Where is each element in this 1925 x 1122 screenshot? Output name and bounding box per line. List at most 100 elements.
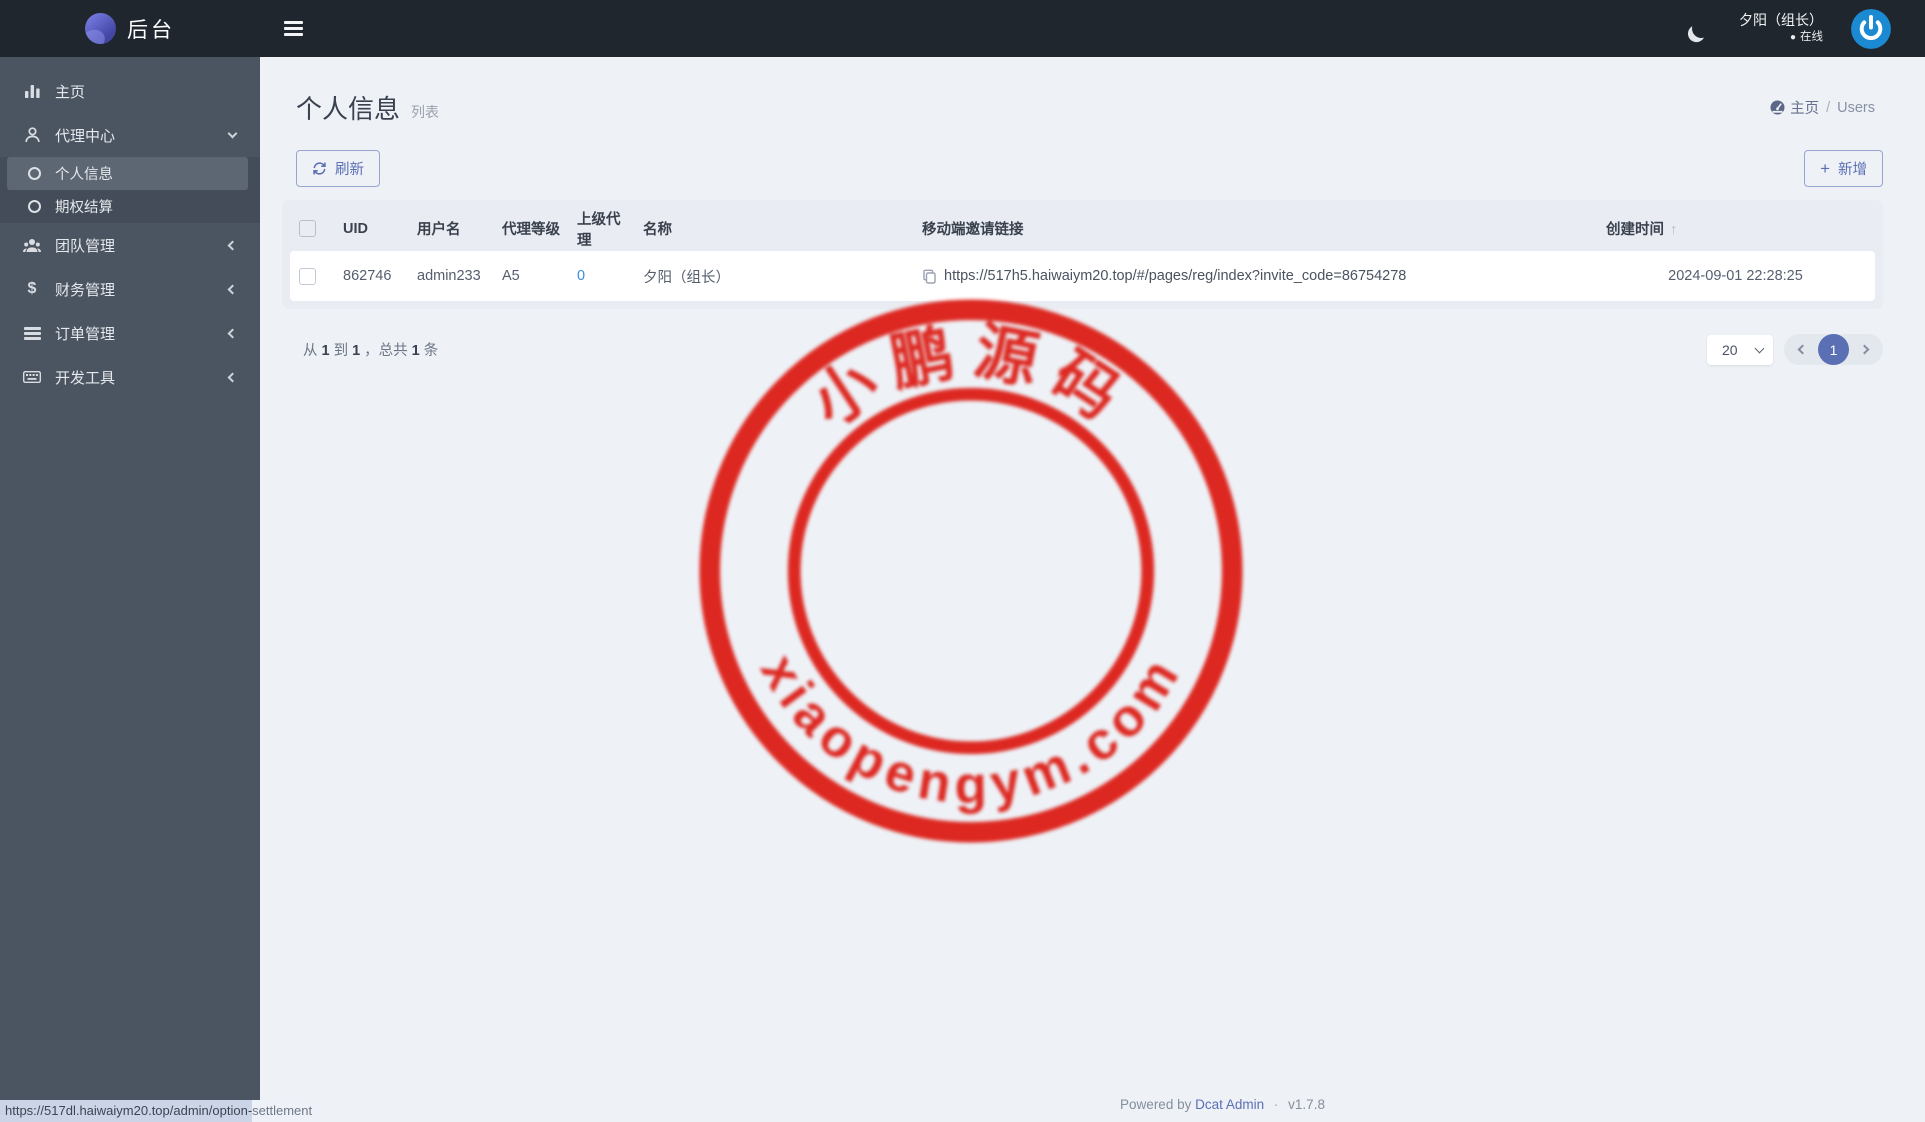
chevron-left-icon bbox=[227, 240, 238, 250]
cell-level: A5 bbox=[502, 268, 520, 284]
sidebar-item-finance-mgmt[interactable]: $ 财务管理 bbox=[0, 267, 260, 311]
sidebar-item-home[interactable]: 主页 bbox=[0, 69, 260, 113]
status-url-main: https://517dl.haiwaiym20.top/admin/optio… bbox=[0, 1100, 253, 1122]
version-text: v1.7.8 bbox=[1288, 1097, 1325, 1112]
sidebar-item-personal-info[interactable]: 个人信息 bbox=[7, 157, 248, 190]
col-header-parent: 上级代理 bbox=[577, 211, 621, 249]
pagination-bar: 从 1 到 1 ，总共 1 条 20 1 bbox=[282, 334, 1883, 365]
breadcrumb-current: Users bbox=[1837, 99, 1875, 116]
page-subtitle: 列表 bbox=[411, 103, 440, 120]
refresh-button[interactable]: 刷新 bbox=[296, 150, 380, 187]
copy-icon[interactable] bbox=[922, 269, 937, 284]
chevron-right-icon bbox=[1859, 344, 1870, 355]
user-menu[interactable]: 夕阳（组长） ● 在线 bbox=[1739, 11, 1823, 45]
chevron-down-icon bbox=[227, 128, 238, 139]
sidebar-toggle-icon[interactable] bbox=[284, 21, 303, 36]
sort-asc-icon[interactable]: ↑ bbox=[1670, 222, 1677, 238]
power-logo-icon bbox=[1851, 8, 1891, 49]
sidebar-item-label: 开发工具 bbox=[55, 369, 116, 387]
pagination-summary: 从 1 到 1 ，总共 1 条 bbox=[303, 343, 439, 359]
status-url-tail: settlement bbox=[252, 1100, 320, 1122]
sidebar-item-label: 团队管理 bbox=[55, 237, 116, 255]
created-header-label: 创建时间 bbox=[1606, 222, 1664, 238]
col-header-name: 名称 bbox=[643, 222, 672, 238]
page-title: 个人信息 bbox=[296, 94, 401, 124]
user-status: ● 在线 bbox=[1739, 30, 1823, 46]
dcat-admin-link[interactable]: Dcat Admin bbox=[1195, 1097, 1264, 1112]
page-size-select[interactable]: 20 bbox=[1707, 334, 1773, 365]
chevron-left-icon bbox=[227, 372, 238, 382]
select-all-checkbox[interactable] bbox=[299, 220, 316, 237]
topbar: 后台 夕阳（组长） ● 在线 bbox=[0, 0, 1925, 57]
cell-created: 2024-09-01 22:28:25 bbox=[1668, 268, 1803, 284]
circle-icon bbox=[28, 167, 41, 180]
breadcrumb-separator: / bbox=[1826, 99, 1831, 116]
sidebar-item-label: 订单管理 bbox=[55, 325, 116, 343]
dark-mode-toggle-icon[interactable] bbox=[1690, 17, 1713, 40]
cell-uid: 862746 bbox=[343, 268, 392, 284]
add-button[interactable]: + 新增 bbox=[1804, 150, 1883, 187]
prev-page-button[interactable] bbox=[1789, 334, 1816, 365]
data-table: UID 用户名 代理等级 上级代理 名称 移动端邀请链接 创建时间 ↑ 86274… bbox=[282, 200, 1883, 309]
users-icon bbox=[22, 238, 42, 253]
topbar-right: 夕阳（组长） ● 在线 bbox=[1690, 8, 1925, 49]
dollar-icon: $ bbox=[27, 280, 37, 297]
sidebar: 主页 代理中心 个人信息 期权结算 团队管理 $ 财务管理 订单管理 开发工具 bbox=[0, 57, 260, 1122]
chevron-down-icon bbox=[1754, 343, 1765, 353]
cell-invite-link[interactable]: https://517h5.haiwaiym20.top/#/pages/reg… bbox=[944, 268, 1406, 284]
sidebar-item-option-settlement[interactable]: 期权结算 bbox=[0, 190, 260, 223]
status-url-bubble: https://517dl.haiwaiym20.top/admin/optio… bbox=[0, 1100, 320, 1122]
chevron-left-icon bbox=[227, 284, 238, 294]
cell-name: 夕阳（组长） bbox=[643, 269, 730, 286]
breadcrumb-home-link[interactable]: 主页 bbox=[1770, 97, 1819, 118]
online-dot-icon: ● bbox=[1789, 32, 1796, 44]
next-page-button[interactable] bbox=[1851, 334, 1878, 365]
col-header-invite: 移动端邀请链接 bbox=[922, 222, 1024, 238]
dashboard-icon bbox=[1770, 100, 1785, 115]
add-label: 新增 bbox=[1838, 162, 1867, 178]
chevron-left-icon bbox=[227, 328, 238, 338]
refresh-icon bbox=[313, 162, 326, 175]
cell-username: admin233 bbox=[417, 268, 481, 284]
sidebar-item-team-mgmt[interactable]: 团队管理 bbox=[0, 223, 260, 267]
circle-icon bbox=[28, 200, 41, 213]
list-icon bbox=[22, 326, 42, 340]
pager: 1 bbox=[1784, 334, 1883, 365]
powered-by-text: Powered by bbox=[1120, 1097, 1192, 1112]
sidebar-item-label: 主页 bbox=[55, 83, 86, 101]
chevron-left-icon bbox=[1797, 344, 1808, 355]
keyboard-icon bbox=[22, 371, 42, 383]
avatar[interactable] bbox=[1851, 8, 1891, 49]
breadcrumb: 主页 / Users bbox=[1770, 97, 1875, 118]
row-checkbox[interactable] bbox=[299, 267, 316, 285]
plus-icon: + bbox=[1820, 159, 1830, 178]
sidebar-item-order-mgmt[interactable]: 订单管理 bbox=[0, 311, 260, 355]
table-row: 862746 admin233 A5 0 夕阳（组长） https://517h… bbox=[290, 251, 1875, 301]
agent-center-submenu: 个人信息 期权结算 bbox=[0, 157, 260, 223]
sidebar-item-dev-tools[interactable]: 开发工具 bbox=[0, 355, 260, 399]
bar-chart-icon bbox=[22, 84, 42, 99]
footer: Powered by Dcat Admin · v1.7.8 bbox=[520, 1097, 1925, 1112]
sidebar-item-agent-center[interactable]: 代理中心 bbox=[0, 113, 260, 157]
user-icon bbox=[22, 127, 42, 143]
brand[interactable]: 后台 bbox=[0, 0, 260, 57]
table-header-row: UID 用户名 代理等级 上级代理 名称 移动端邀请链接 创建时间 ↑ bbox=[290, 206, 1875, 251]
col-header-created[interactable]: 创建时间 ↑ bbox=[1596, 218, 1875, 239]
main-content: 个人信息 列表 主页 / Users 刷新 + 新增 UID 用户名 代理等级 … bbox=[260, 57, 1925, 1122]
col-header-level: 代理等级 bbox=[502, 222, 560, 238]
sidebar-item-label: 期权结算 bbox=[55, 200, 113, 216]
sidebar-item-label: 财务管理 bbox=[55, 281, 116, 299]
cell-parent-link[interactable]: 0 bbox=[567, 268, 633, 284]
refresh-label: 刷新 bbox=[335, 162, 364, 178]
grid-toolbar: 刷新 + 新增 bbox=[260, 126, 1925, 187]
sidebar-item-label: 代理中心 bbox=[55, 127, 116, 145]
online-label: 在线 bbox=[1800, 31, 1823, 44]
page-size-value: 20 bbox=[1722, 341, 1738, 358]
sidebar-item-label: 个人信息 bbox=[55, 167, 113, 183]
current-page-button[interactable]: 1 bbox=[1818, 334, 1849, 365]
col-header-username: 用户名 bbox=[417, 222, 461, 238]
user-name: 夕阳（组长） bbox=[1739, 12, 1823, 29]
app-logo-icon bbox=[85, 13, 116, 44]
col-header-uid: UID bbox=[343, 220, 368, 237]
footer-separator: · bbox=[1273, 1097, 1279, 1112]
